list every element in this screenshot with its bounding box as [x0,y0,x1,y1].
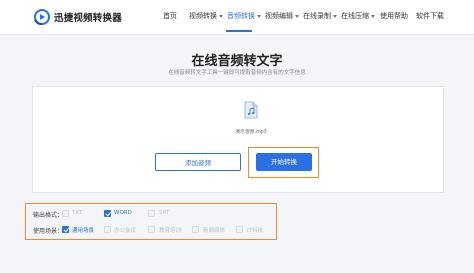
chevron-down-icon [219,14,223,18]
scene-news-checkbox[interactable] [192,226,199,233]
scene-education-checkbox[interactable] [148,226,155,233]
scene-general-label: 通用场景 [72,228,95,234]
scene-meeting-label: 办公会议 [114,228,137,234]
upload-panel[interactable] [32,86,444,193]
format-srt-checkbox[interactable] [148,210,155,217]
nav-online-record[interactable]: 在线录制 [303,11,337,21]
audio-file-icon[interactable] [244,101,258,119]
chevron-down-icon [257,14,261,18]
scene-general-checkbox[interactable] [62,226,69,233]
output-format-label: 输出格式： [33,212,64,219]
format-word-label: WORD [114,210,132,216]
scene-education-label: 教育培训 [159,228,182,234]
add-audio-button[interactable]: 添加音频 [155,153,241,171]
chevron-down-icon [371,14,375,18]
nav-video-edit[interactable]: 视频编辑 [265,11,299,21]
format-txt-checkbox[interactable] [62,210,69,217]
top-header: 迅捷视频转换器 首页 视频转换 音频转换 视频编辑 在线录制 在线压缩 使用帮助… [0,0,474,35]
start-convert-button[interactable]: 开始转换 [256,153,312,171]
chevron-down-icon [333,14,337,18]
scene-it-label: IT科技 [247,228,263,234]
nav-online-compress[interactable]: 在线压缩 [341,11,375,21]
scene-label: 使用场景： [33,228,64,235]
file-name: 演示音频.mp3 [235,130,267,135]
format-srt-label: SRT [159,210,170,216]
brand-name[interactable]: 迅捷视频转换器 [54,10,122,24]
active-nav-indicator [226,30,252,32]
scene-it-checkbox[interactable] [236,226,243,233]
chevron-down-icon [295,14,299,18]
page-title: 在线音频转文字 [191,54,283,69]
page-subtitle: 在线音频转文字工具一键即可提取音频内含有的文字信息 [168,70,306,76]
nav-home[interactable]: 首页 [163,11,177,21]
format-txt-label: TXT [72,210,83,216]
nav-audio-convert[interactable]: 音频转换 [227,11,261,21]
nav-help[interactable]: 使用帮助 [380,11,408,21]
scene-meeting-checkbox[interactable] [104,226,111,233]
scene-news-label: 新闻媒体 [203,228,226,234]
app-logo-icon[interactable] [34,9,50,25]
nav-download[interactable]: 软件下载 [416,11,444,21]
nav-video-convert[interactable]: 视频转换 [189,11,223,21]
format-word-checkbox[interactable] [104,210,111,217]
